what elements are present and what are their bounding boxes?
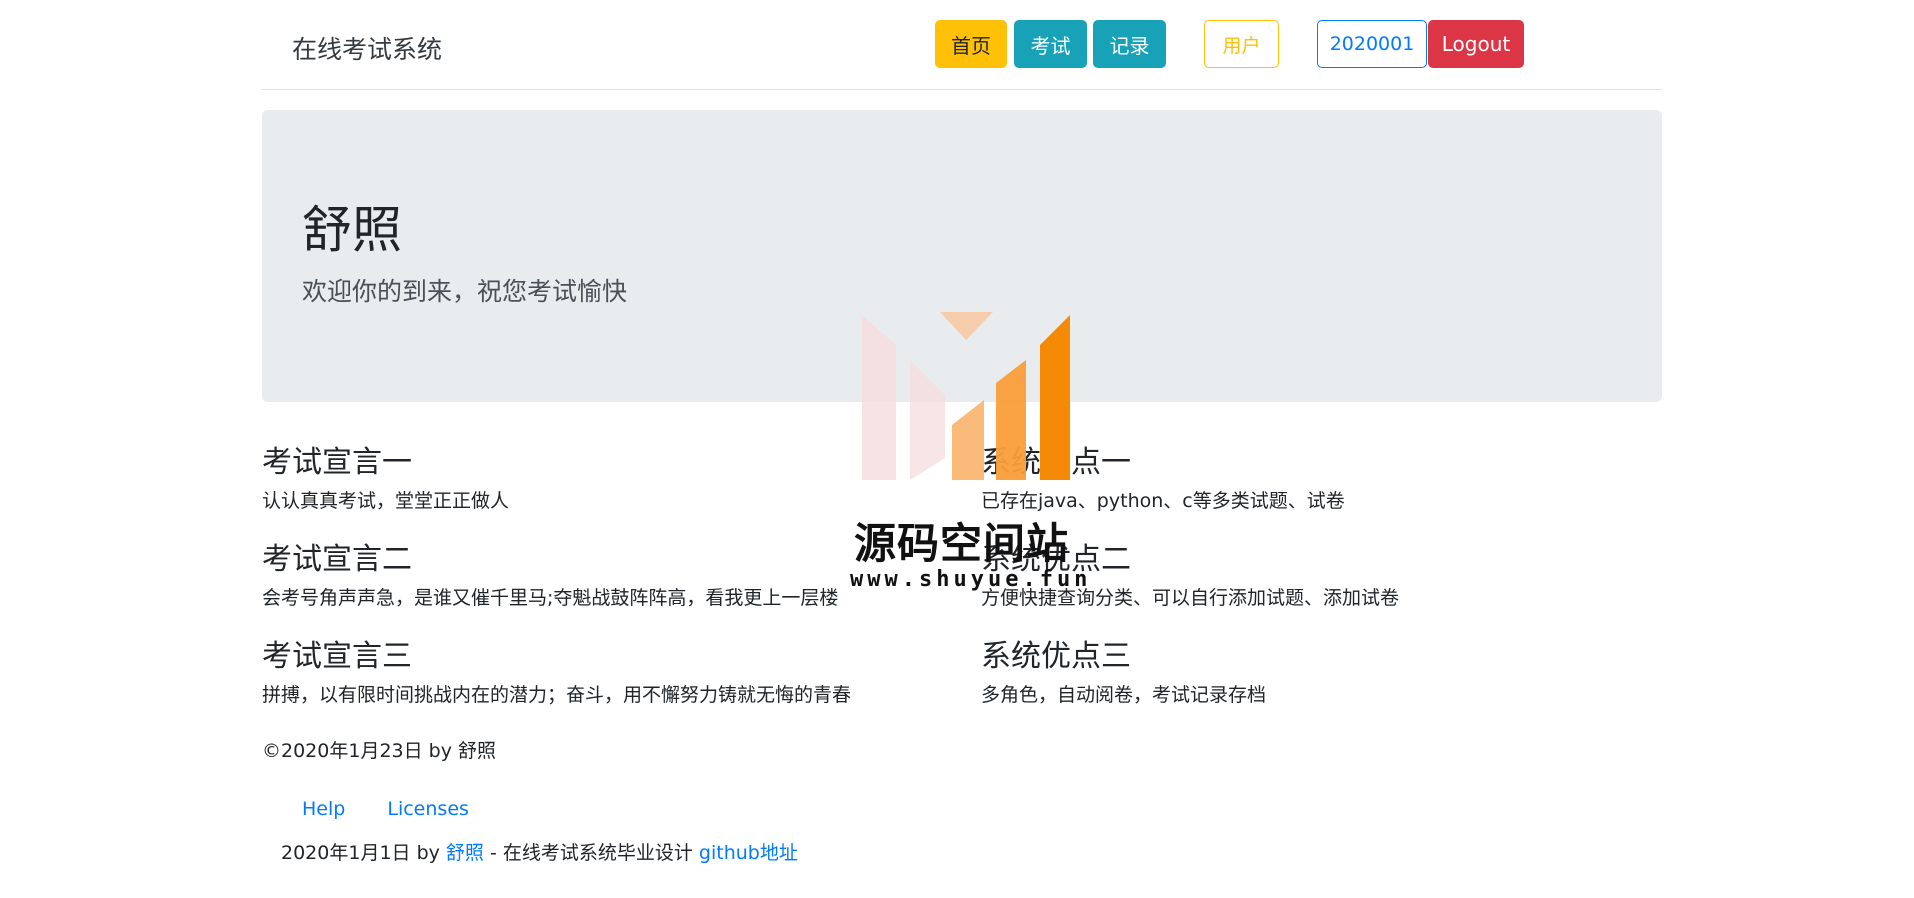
- footer-date-text: 2020年1月1日 by: [281, 842, 446, 864]
- jumbotron: 舒照 欢迎你的到来，祝您考试愉快: [262, 110, 1662, 402]
- exam-button[interactable]: 考试: [1014, 20, 1087, 68]
- feature-item: 系统优点二 方便快捷查询分类、可以自行添加试题、添加试卷: [981, 537, 1671, 634]
- footer-credit: 2020年1月1日 by 舒照 - 在线考试系统毕业设计 github地址: [281, 838, 798, 865]
- feature-text: 已存在java、python、c等多类试题、试卷: [981, 490, 1345, 512]
- feature-title: 考试宣言一: [262, 445, 412, 480]
- feature-item: 考试宣言二 会考号角声声急，是谁又催千里马;夺魁战鼓阵阵高，看我更上一层楼: [262, 537, 952, 634]
- brand-title[interactable]: 在线考试系统: [292, 30, 442, 66]
- system-advantages-column: 系统优点一 已存在java、python、c等多类试题、试卷 系统优点二 方便快…: [981, 440, 1671, 731]
- navbar: 在线考试系统 首页 考试 记录 用户 2020001 Logout: [262, 0, 1662, 90]
- jumbotron-lead: 欢迎你的到来，祝您考试愉快: [302, 277, 628, 306]
- record-button[interactable]: 记录: [1093, 20, 1166, 68]
- feature-title: 系统优点三: [981, 639, 1131, 674]
- feature-text: 会考号角声声急，是谁又催千里马;夺魁战鼓阵阵高，看我更上一层楼: [262, 587, 839, 609]
- author-link[interactable]: 舒照: [446, 842, 484, 864]
- feature-item: 系统优点三 多角色，自动阅卷，考试记录存档: [981, 634, 1671, 731]
- feature-text: 方便快捷查询分类、可以自行添加试题、添加试卷: [981, 587, 1400, 609]
- feature-title: 系统优点一: [981, 445, 1131, 480]
- feature-text: 多角色，自动阅卷，考试记录存档: [981, 684, 1267, 706]
- footer-project-text: - 在线考试系统毕业设计: [483, 842, 699, 864]
- github-link[interactable]: github地址: [699, 842, 798, 864]
- feature-title: 考试宣言三: [262, 639, 412, 674]
- user-button[interactable]: 用户: [1204, 20, 1279, 68]
- copyright-text: ©2020年1月23日 by 舒照: [262, 740, 497, 762]
- feature-text: 认认真真考试，堂堂正正做人: [262, 490, 510, 512]
- feature-text: 拼搏，以有限时间挑战内在的潜力；奋斗，用不懈努力铸就无悔的青春: [262, 684, 852, 706]
- feature-title: 系统优点二: [981, 542, 1131, 577]
- page-container: 在线考试系统 首页 考试 记录 用户 2020001 Logout 舒照 欢迎你…: [262, 0, 1662, 864]
- footer-links: Help Licenses: [302, 798, 505, 820]
- feature-item: 系统优点一 已存在java、python、c等多类试题、试卷: [981, 440, 1671, 537]
- logout-button[interactable]: Logout: [1428, 20, 1524, 68]
- user-id-button[interactable]: 2020001: [1317, 20, 1427, 68]
- exam-slogans-column: 考试宣言一 认认真真考试，堂堂正正做人 考试宣言二 会考号角声声急，是谁又催千里…: [262, 440, 952, 731]
- feature-item: 考试宣言三 拼搏，以有限时间挑战内在的潜力；奋斗，用不懈努力铸就无悔的青春: [262, 634, 952, 731]
- feature-title: 考试宣言二: [262, 542, 412, 577]
- jumbotron-title: 舒照: [302, 201, 402, 259]
- home-button[interactable]: 首页: [935, 20, 1007, 68]
- help-link[interactable]: Help: [302, 798, 345, 820]
- licenses-link[interactable]: Licenses: [387, 798, 469, 820]
- feature-item: 考试宣言一 认认真真考试，堂堂正正做人: [262, 440, 952, 537]
